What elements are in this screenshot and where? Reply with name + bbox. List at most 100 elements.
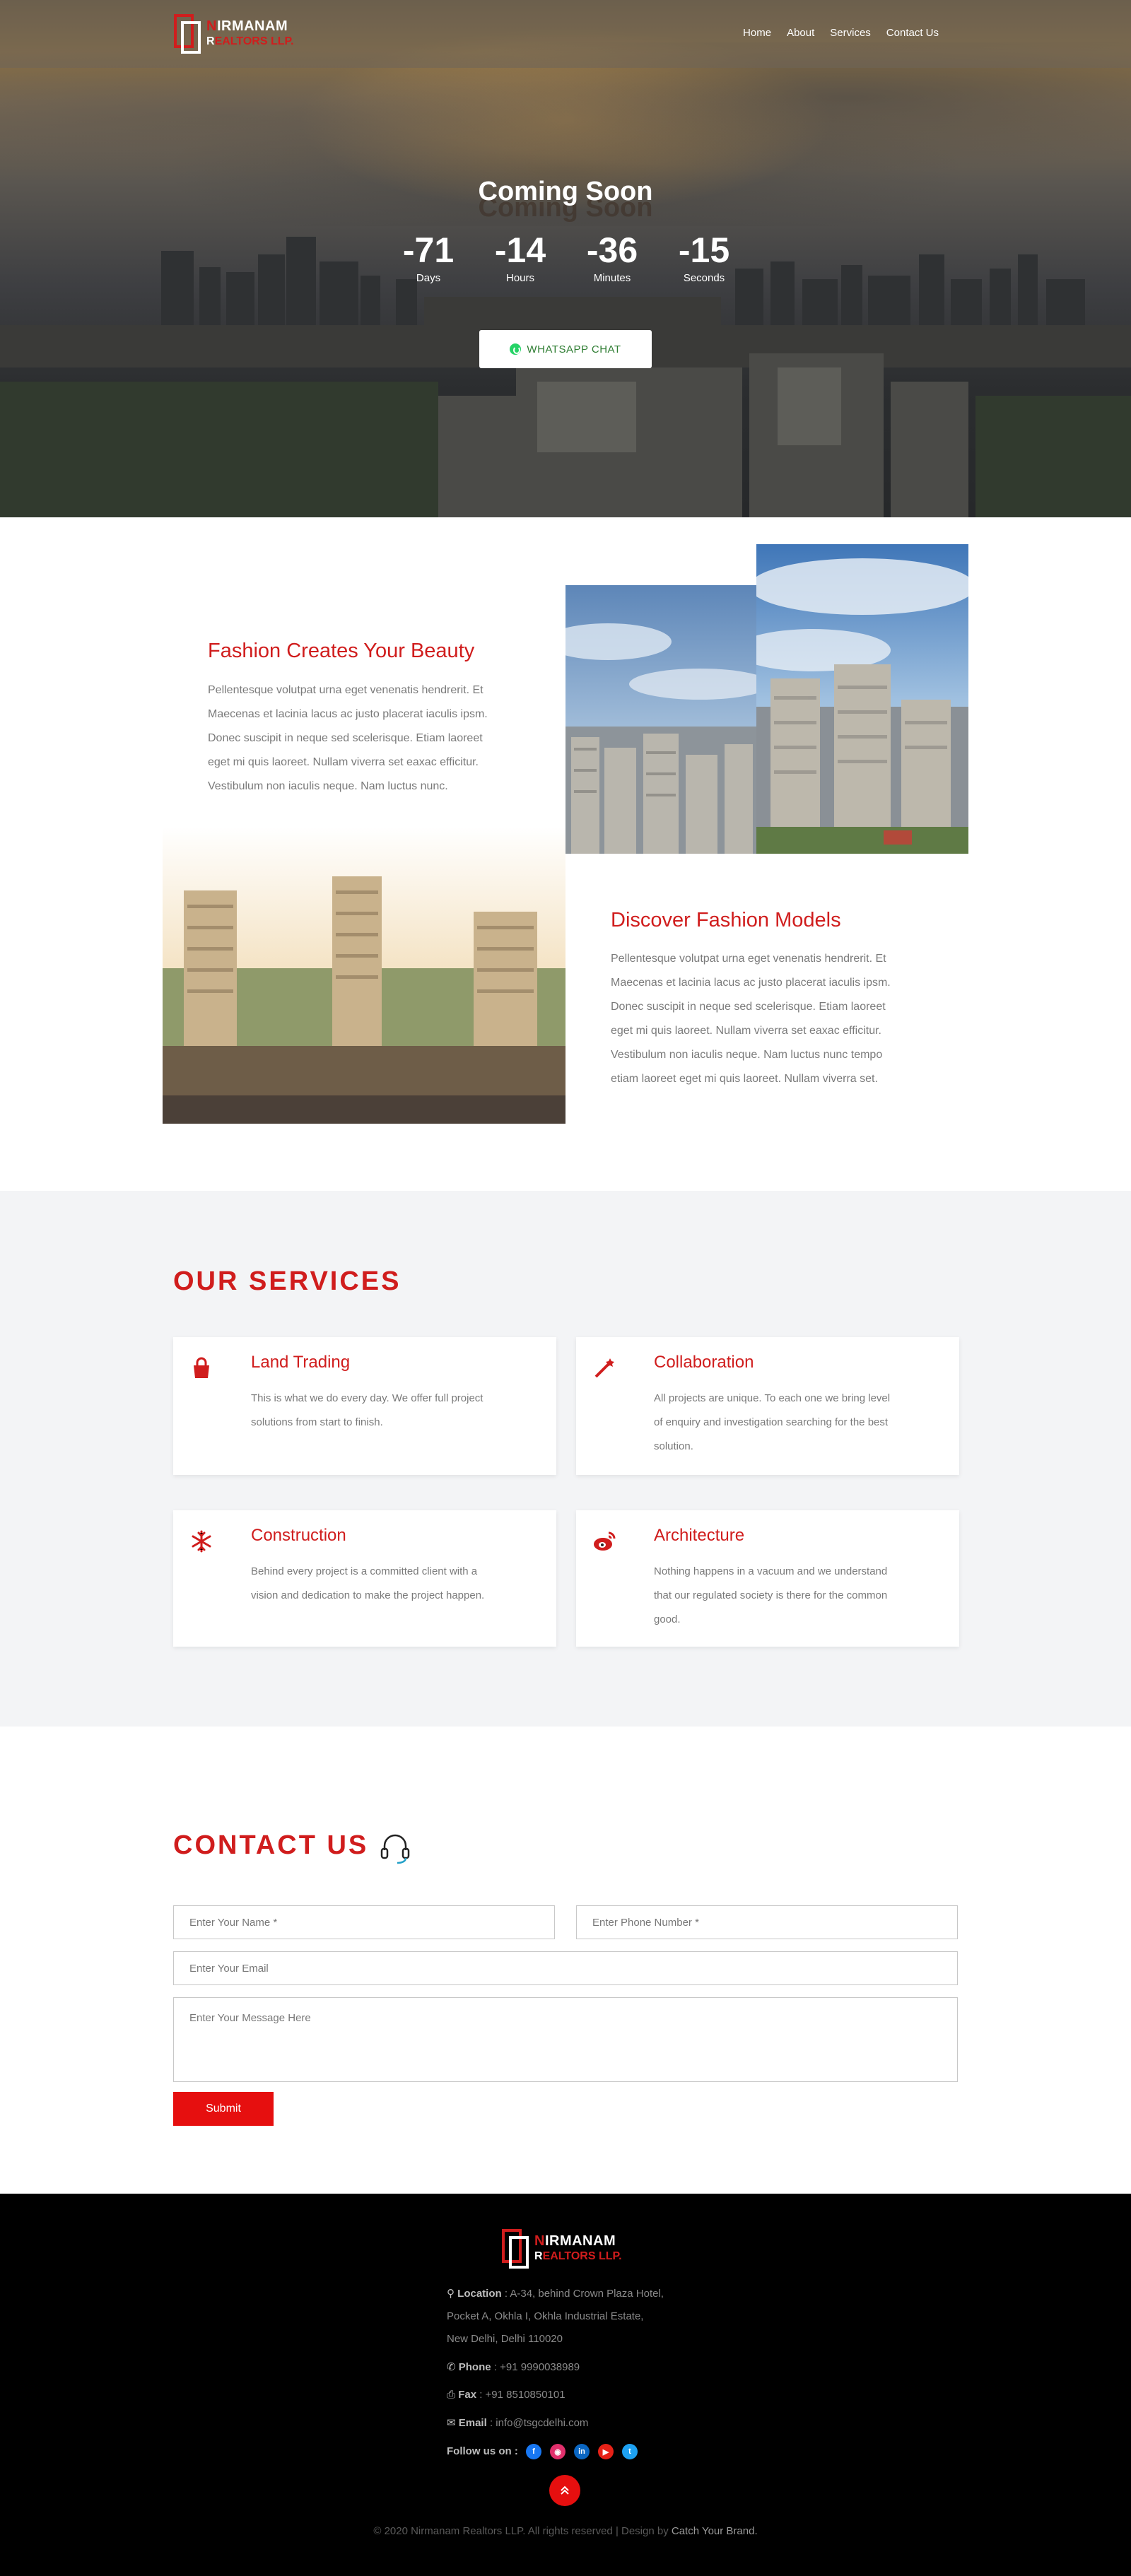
service-card-line: All projects are unique. To each one we …	[654, 1392, 891, 1404]
service-card-line: good.	[654, 1613, 681, 1625]
feature-2-line: eget mi quis laoreet. Nullam viverra set…	[611, 1025, 881, 1037]
double-chevron-up-icon	[561, 2486, 569, 2495]
main-nav: Home About Services Contact Us	[743, 27, 939, 39]
service-card-title: Land Trading	[251, 1353, 351, 1372]
youtube-icon[interactable]: ▶	[598, 2444, 614, 2459]
facebook-icon[interactable]: f	[526, 2444, 541, 2459]
service-card-text: This is what we do every day. We offer f…	[251, 1387, 541, 1435]
logo-word-realtors: EALTORS LLP.	[214, 35, 294, 47]
twitter-icon[interactable]: t	[622, 2444, 638, 2459]
magic-wand-icon	[594, 1358, 614, 1378]
logo-letter-r: R	[534, 2250, 543, 2262]
feature-2-line: Vestibulum non iaculis neque. Nam luctus…	[611, 1049, 883, 1061]
phone-icon: ✆	[447, 2361, 456, 2373]
weibo-icon	[594, 1531, 616, 1551]
whatsapp-chat-button[interactable]: WHATSAPP CHAT	[479, 330, 652, 368]
footer-follow: Follow us on :	[447, 2440, 518, 2463]
follow-label: Follow us on :	[447, 2445, 518, 2457]
feature-2-text: Pellentesque volutpat urna eget venenati…	[611, 947, 891, 1091]
feature-1-image-right	[756, 544, 968, 854]
scroll-to-top-button[interactable]	[549, 2475, 580, 2506]
submit-button[interactable]: Submit	[173, 2092, 274, 2126]
logo-letter-n: N	[206, 18, 217, 34]
email-value[interactable]: : info@tsgcdelhi.com	[487, 2417, 588, 2429]
fax-label: Fax	[458, 2389, 477, 2401]
countdown-hours: -14 Hours	[485, 230, 556, 284]
logo-white-frame	[181, 21, 201, 54]
headset-icon	[380, 1834, 410, 1864]
feature-1-line: Pellentesque volutpat urna eget venenati…	[208, 684, 484, 696]
logo-word-irmanam: IRMANAM	[544, 2233, 616, 2249]
name-field[interactable]	[173, 1905, 555, 1939]
service-card-collaboration[interactable]: Collaboration All projects are unique. T…	[576, 1337, 959, 1475]
location-line: Pocket A, Okhla I, Okhla Industrial Esta…	[447, 2310, 644, 2322]
service-card-title: Architecture	[654, 1526, 745, 1545]
phone-field[interactable]	[576, 1905, 958, 1939]
service-card-line: that our regulated society is there for …	[654, 1589, 888, 1601]
feature-2-title: Discover Fashion Models	[611, 909, 841, 931]
instagram-icon[interactable]: ◉	[550, 2444, 566, 2459]
logo-letter-n: N	[534, 2233, 545, 2249]
service-card-line: Behind every project is a committed clie…	[251, 1565, 478, 1577]
service-card-line: vision and dedication to make the projec…	[251, 1589, 485, 1601]
footer-phone: ✆ Phone : +91 9990038989	[447, 2356, 580, 2379]
phone-label: Phone	[458, 2361, 491, 2373]
countdown-hours-label: Hours	[505, 272, 534, 284]
phone-value[interactable]: : +91 9990038989	[491, 2361, 580, 2373]
service-card-title: Collaboration	[654, 1353, 754, 1372]
logo-word-irmanam: IRMANAM	[216, 18, 288, 34]
site-footer: NIRMANAM REALTORS LLP.	[0, 2194, 1131, 2576]
whatsapp-icon	[510, 343, 522, 355]
service-card-construction[interactable]: Construction Behind every project is a c…	[173, 1510, 556, 1647]
location-line: : A-34, behind Crown Plaza Hotel,	[501, 2288, 664, 2300]
feature-2-line: Maecenas et lacinia lacus ac justo place…	[611, 977, 891, 989]
location-label: Location	[457, 2288, 502, 2300]
whatsapp-chat-label: WHATSAPP CHAT	[527, 343, 621, 355]
nav-services-link[interactable]: Services	[830, 27, 871, 39]
service-card-title: Construction	[251, 1526, 346, 1545]
service-card-land-trading[interactable]: Land Trading This is what we do every da…	[173, 1337, 556, 1475]
logo-line-1: NIRMANAM	[206, 18, 288, 35]
service-card-text: All projects are unique. To each one we …	[654, 1387, 944, 1459]
feature-1-line: Maecenas et lacinia lacus ac justo place…	[208, 708, 488, 720]
social-links: f ◉ in ▶ t	[526, 2444, 638, 2459]
footer-email: ✉ Email : info@tsgcdelhi.com	[447, 2412, 588, 2435]
fax-icon: ⎙	[447, 2389, 456, 2401]
top-navbar: NIRMANAM REALTORS LLP. Home About Servic…	[0, 0, 1131, 68]
service-card-architecture[interactable]: Architecture Nothing happens in a vacuum…	[576, 1510, 959, 1647]
map-marker-icon: ⚲	[447, 2288, 455, 2300]
designer-link[interactable]: Catch Your Brand.	[672, 2525, 758, 2537]
email-label: Email	[458, 2417, 487, 2429]
countdown-minutes-value: -36	[586, 230, 638, 270]
envelope-icon: ✉	[447, 2417, 456, 2429]
services-section: OUR SERVICES Land Trading This is what w…	[0, 1191, 1131, 1727]
linkedin-icon[interactable]: in	[574, 2444, 590, 2459]
brand-logo[interactable]: NIRMANAM REALTORS LLP.	[174, 14, 308, 54]
countdown-seconds-value: -15	[678, 230, 730, 270]
service-card-line: Nothing happens in a vacuum and we under…	[654, 1565, 888, 1577]
location-line: New Delhi, Delhi 110020	[447, 2333, 563, 2345]
snowflake-icon	[192, 1530, 211, 1553]
services-title: OUR SERVICES	[173, 1266, 402, 1296]
logo-line-1: NIRMANAM	[534, 2233, 616, 2249]
service-card-line: of enquiry and investigation searching f…	[654, 1416, 889, 1428]
logo-letter-r: R	[206, 35, 215, 47]
message-field[interactable]	[173, 1997, 958, 2082]
feature-1-line: eget mi quis laoreet. Nullam viverra set…	[208, 756, 479, 768]
copyright-prefix: © 2020 Nirmanam Realtors LLP. All rights…	[373, 2525, 672, 2537]
service-card-text: Behind every project is a committed clie…	[251, 1560, 541, 1608]
nav-about-link[interactable]: About	[787, 27, 814, 39]
feature-1-text: Pellentesque volutpat urna eget venenati…	[208, 678, 488, 799]
service-card-line: solution.	[654, 1440, 693, 1452]
footer-logo[interactable]: NIRMANAM REALTORS LLP.	[502, 2229, 636, 2269]
nav-home-link[interactable]: Home	[743, 27, 771, 39]
shopping-bag-icon	[194, 1357, 209, 1378]
feature-1-title: Fashion Creates Your Beauty	[208, 640, 475, 662]
feature-2-line: Pellentesque volutpat urna eget venenati…	[611, 953, 886, 965]
countdown-days: -71 Days	[393, 230, 464, 284]
nav-contact-link[interactable]: Contact Us	[886, 27, 939, 39]
feature-2-line: Donec suscipit in neque sed scelerisque.…	[611, 1001, 886, 1013]
countdown-seconds: -15 Seconds	[669, 230, 739, 284]
email-field[interactable]	[173, 1951, 958, 1985]
feature-2-image	[163, 827, 566, 1124]
